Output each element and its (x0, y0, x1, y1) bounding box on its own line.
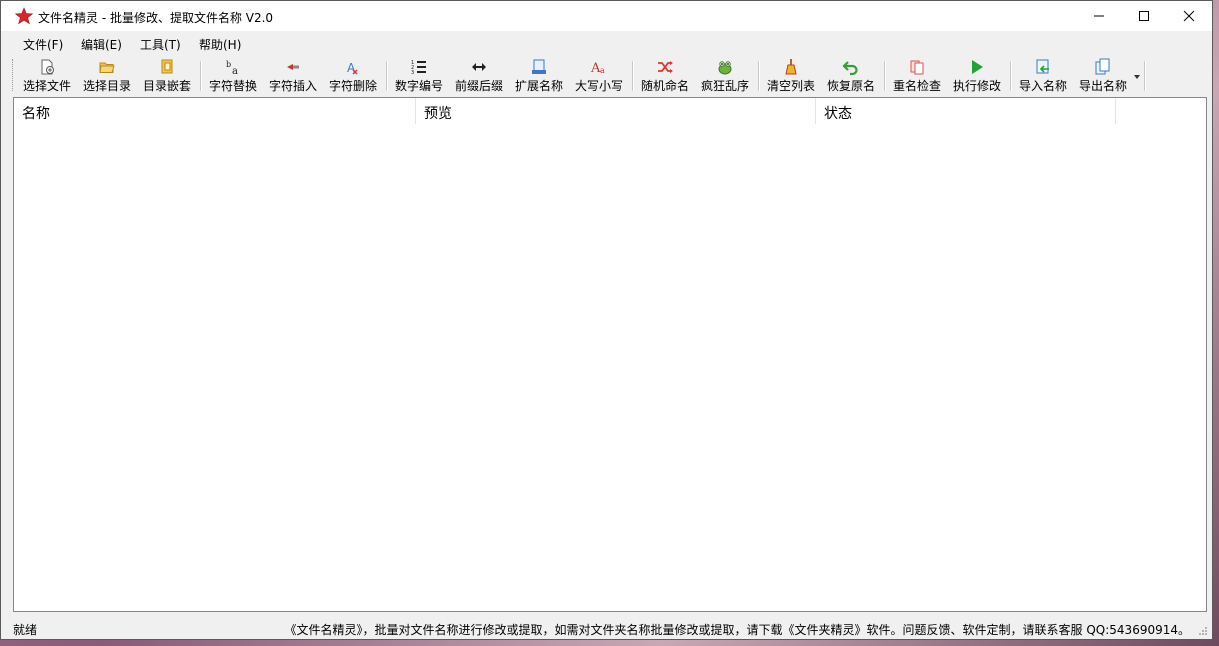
menu-bar: 文件(F) 编辑(E) 工具(T) 帮助(H) (1, 32, 1212, 54)
menu-tools[interactable]: 工具(T) (140, 36, 181, 53)
status-bar: 就绪 《文件名精灵》，批量对文件名称进行修改或提取，如需对文件夹名称批量修改或提… (1, 617, 1212, 639)
select-directory-button[interactable]: 选择目录 (81, 57, 133, 93)
case-button[interactable]: Aa 大写小写 (573, 57, 625, 93)
toolbar-separator (758, 61, 760, 91)
app-window: 文件名精灵 - 批量修改、提取文件名称 V2.0 文件(F) 编辑(E) 工具(… (0, 0, 1213, 640)
toolbar-separator (386, 61, 388, 91)
toolbar-separator (1144, 61, 1146, 91)
column-header-filler (1116, 98, 1206, 124)
nested-directory-button[interactable]: 目录嵌套 (141, 57, 193, 93)
toolbar-overflow-chevron-down-icon[interactable] (1134, 75, 1140, 79)
export-names-button[interactable]: 导出名称 (1077, 57, 1129, 93)
duplicate-check-button[interactable]: 重名检查 (891, 57, 943, 93)
extension-button[interactable]: 扩展名称 (513, 57, 565, 93)
file-list[interactable]: 名称 预览 状态 (13, 97, 1207, 612)
char-delete-button[interactable]: A 字符删除 (327, 57, 379, 93)
column-header-preview[interactable]: 预览 (416, 98, 816, 124)
restore-name-button[interactable]: 恢复原名 (825, 57, 877, 93)
clear-list-button[interactable]: 清空列表 (765, 57, 817, 93)
toolbar-grip[interactable] (12, 59, 15, 91)
toolbar-separator (632, 61, 634, 91)
random-name-button[interactable]: 随机命名 (639, 57, 691, 93)
menu-file[interactable]: 文件(F) (23, 36, 63, 53)
add-file-icon (41, 59, 54, 75)
close-button[interactable] (1166, 1, 1212, 31)
broom-icon (785, 59, 797, 75)
svg-text:a: a (232, 66, 238, 76)
duplicate-check-icon (910, 60, 924, 75)
minimize-icon (1094, 15, 1104, 17)
svg-text:b: b (226, 60, 231, 69)
char-insert-button[interactable]: 字符插入 (267, 57, 319, 93)
delete-char-icon: A (347, 61, 358, 75)
window-title: 文件名精灵 - 批量修改、提取文件名称 V2.0 (38, 11, 274, 25)
import-icon (1036, 59, 1049, 74)
svg-text:3: 3 (411, 70, 414, 76)
app-star-icon (15, 7, 33, 25)
case-icon: Aa (590, 61, 605, 76)
resize-grip-icon[interactable] (1198, 626, 1208, 636)
svg-text:a: a (600, 66, 605, 75)
menu-edit[interactable]: 编辑(E) (81, 36, 122, 53)
maximize-button[interactable] (1121, 1, 1167, 31)
frog-icon (718, 61, 732, 75)
toolbar-separator (884, 61, 886, 91)
extension-icon (532, 59, 546, 74)
column-header-status[interactable]: 状态 (816, 98, 1116, 124)
status-text: 就绪 (13, 623, 38, 637)
maximize-icon (1139, 11, 1149, 21)
insert-icon (287, 64, 299, 70)
menu-help[interactable]: 帮助(H) (199, 36, 241, 53)
select-files-button[interactable]: 选择文件 (21, 57, 73, 93)
toolbar-separator (200, 61, 202, 91)
number-button[interactable]: 123 数字编号 (393, 57, 445, 93)
status-message: 《文件名精灵》，批量对文件名称进行修改或提取，如需对文件夹名称批量修改或提取，请… (284, 623, 1190, 637)
char-replace-button[interactable]: ba 字符替换 (207, 57, 259, 93)
nested-folder-icon (161, 59, 173, 74)
prefix-suffix-button[interactable]: 前缀后缀 (453, 57, 505, 93)
open-folder-icon (99, 62, 115, 73)
import-names-button[interactable]: 导入名称 (1017, 57, 1069, 93)
export-icon (1095, 58, 1110, 75)
execute-button[interactable]: 执行修改 (951, 57, 1003, 93)
play-icon (972, 60, 983, 74)
close-icon (1183, 10, 1195, 22)
left-right-arrow-icon (472, 63, 486, 71)
toolbar-separator (1010, 61, 1012, 91)
toolbar: 选择文件 选择目录 目录嵌套 ba 字符替换 字符插入 A 字符删除 1 2 3… (1, 55, 1212, 95)
replace-icon: ba (226, 60, 238, 76)
numbered-list-icon: 123 (411, 60, 426, 76)
undo-icon (842, 61, 858, 76)
column-header-name[interactable]: 名称 (14, 98, 416, 124)
minimize-button[interactable] (1076, 1, 1122, 31)
crazy-shuffle-button[interactable]: 疯狂乱序 (699, 57, 751, 93)
title-bar[interactable]: 文件名精灵 - 批量修改、提取文件名称 V2.0 (1, 1, 1212, 31)
shuffle-icon (658, 61, 673, 73)
